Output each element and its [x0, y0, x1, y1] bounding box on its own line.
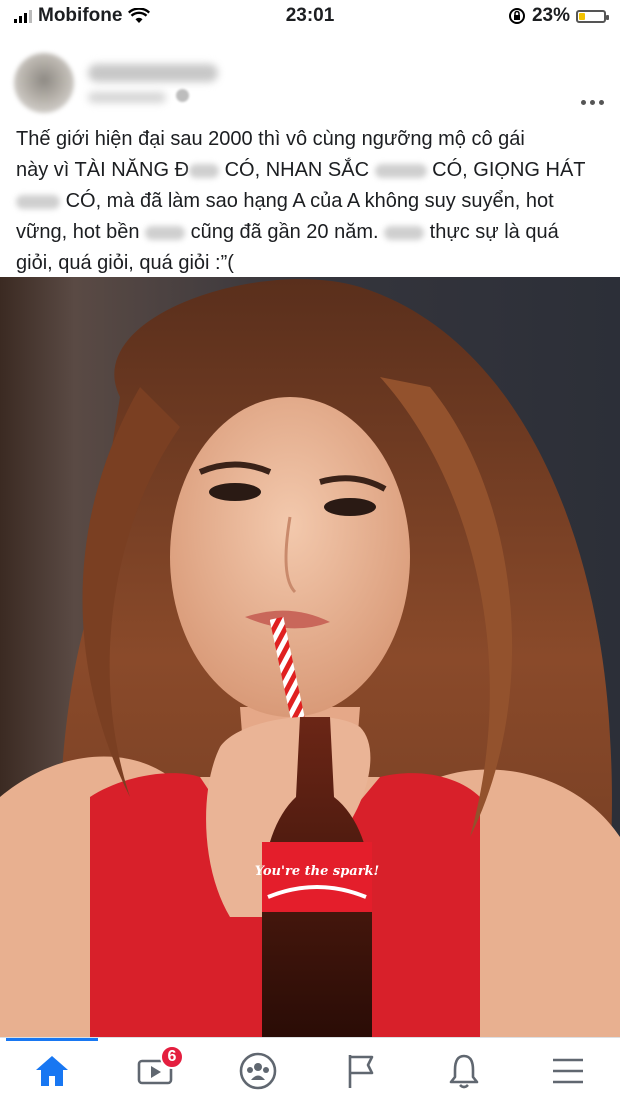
caption-text: Thế giới hiện đại sau 2000 thì vô cùng n… [16, 128, 525, 150]
status-left: Mobifone [14, 5, 151, 27]
tab-groups[interactable] [218, 1038, 298, 1103]
censored-text [384, 225, 425, 240]
battery-icon [576, 9, 609, 23]
caption-text: thực sự là quá [429, 221, 559, 243]
post-time-blurred [88, 92, 166, 103]
caption-line: này vì TÀI NĂNG Đ CÓ, NHAN SẮC CÓ, GIỌNG… [16, 155, 608, 186]
caption-text: CÓ, GIỌNG HÁT [432, 159, 586, 181]
author-name-blurred[interactable] [88, 64, 218, 82]
signal-icon [14, 9, 32, 23]
censored-text [145, 225, 186, 240]
caption-text: cũng đã gần 20 năm. [190, 221, 379, 243]
carrier-label: Mobifone [38, 5, 123, 26]
caption-text: vững, hot bền [16, 221, 140, 243]
orientation-lock-icon [508, 8, 525, 24]
censored-text [16, 194, 60, 209]
post-photo[interactable]: You're the spark! [0, 277, 620, 1037]
tab-menu[interactable] [528, 1038, 608, 1103]
more-options-icon[interactable] [581, 100, 604, 105]
tab-watch[interactable] [115, 1038, 195, 1103]
censored-text [189, 163, 220, 178]
post-caption: Thế giới hiện đại sau 2000 thì vô cùng n… [16, 124, 608, 279]
watch-badge: 6 [160, 1045, 184, 1069]
bottom-nav: 6 [0, 1037, 620, 1103]
notifications-icon [449, 1054, 479, 1088]
censored-text [374, 163, 427, 178]
tab-home[interactable] [12, 1038, 92, 1103]
wifi-icon [128, 8, 151, 23]
menu-icon [553, 1058, 583, 1083]
caption-line: Thế giới hiện đại sau 2000 thì vô cùng n… [16, 124, 608, 155]
caption-text: CÓ, NHAN SẮC [224, 159, 370, 181]
groups-icon [239, 1052, 277, 1089]
tab-pages[interactable] [321, 1038, 401, 1103]
avatar[interactable] [14, 53, 74, 113]
clock: 23:01 [285, 5, 335, 26]
caption-line: vững, hot bền cũng đã gần 20 năm. thực s… [16, 217, 608, 248]
battery-percent: 23% [531, 5, 570, 26]
caption-line: CÓ, mà đã làm sao hạng A của A không suy… [16, 186, 608, 217]
status-bar: Mobifone 23:01 23% [0, 0, 620, 32]
audience-icon [176, 89, 189, 102]
home-icon [36, 1055, 68, 1086]
caption-text: CÓ, mà đã làm sao hạng A của A không suy… [65, 190, 554, 212]
post-header [0, 40, 620, 113]
pages-icon [348, 1054, 374, 1088]
status-right: 23% [508, 5, 609, 27]
caption-line: giỏi, quá giỏi, quá giỏi :”( [16, 248, 608, 279]
bottle-label: You're the spark! [255, 864, 380, 879]
caption-text: giỏi, quá giỏi, quá giỏi :”( [16, 252, 234, 274]
tab-notifications[interactable] [424, 1038, 504, 1103]
caption-text: này vì TÀI NĂNG Đ [16, 159, 190, 181]
photo-illustration: You're the spark! [0, 277, 620, 1037]
